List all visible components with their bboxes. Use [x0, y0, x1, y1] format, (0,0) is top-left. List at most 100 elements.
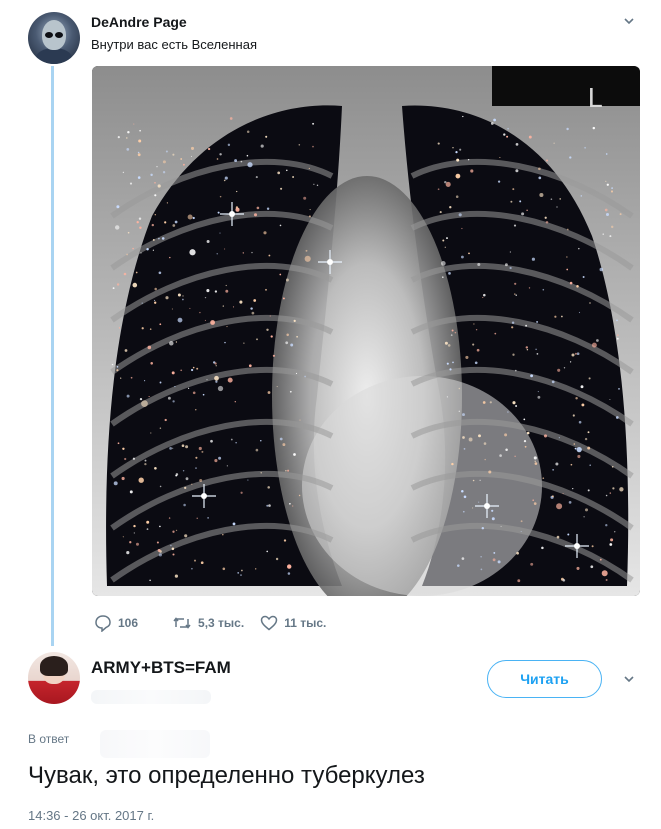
follow-button[interactable]: Читать: [487, 660, 602, 698]
star-dot: [124, 349, 128, 352]
tweet-image[interactable]: L: [92, 66, 640, 596]
star-dot: [162, 160, 166, 164]
star-dot: [159, 323, 162, 326]
star-dot: [536, 353, 539, 355]
star-dot: [222, 305, 224, 307]
star-dot: [116, 205, 120, 209]
star-dot: [470, 169, 474, 173]
author-name[interactable]: DeAndre Page: [91, 14, 187, 30]
star-dot: [530, 562, 534, 566]
star-dot: [461, 227, 463, 230]
star-dot: [170, 544, 172, 547]
star-dot: [509, 266, 512, 270]
star-dot: [569, 281, 573, 285]
star-dot: [159, 381, 162, 384]
star-dot: [226, 465, 228, 467]
timestamp[interactable]: 14:36 - 26 окт. 2017 г.: [28, 808, 154, 823]
star-dot: [164, 221, 167, 224]
star-dot: [468, 252, 470, 255]
chevron-down-icon[interactable]: [622, 14, 636, 28]
star-dot: [533, 502, 537, 505]
star-dot: [493, 118, 496, 122]
star-dot: [578, 247, 580, 250]
star-dot: [526, 431, 530, 435]
star-dot: [537, 391, 539, 393]
star-dot: [589, 464, 591, 466]
star-dot: [255, 176, 258, 179]
star-dot: [542, 288, 545, 291]
star-dot: [146, 528, 149, 530]
star-dot: [289, 390, 292, 393]
star-dot: [136, 542, 139, 546]
star-dot: [591, 342, 597, 348]
reply-button[interactable]: 106: [94, 614, 138, 632]
star-dot: [225, 284, 227, 287]
star-dot: [526, 348, 529, 351]
star-dot: [550, 198, 553, 201]
star-dot: [599, 267, 604, 272]
star-dot: [286, 333, 289, 337]
star-dot: [154, 301, 157, 304]
avatar[interactable]: [28, 652, 80, 704]
like-button[interactable]: 11 тыс.: [260, 615, 326, 631]
star-dot: [492, 558, 496, 562]
star-dot: [159, 427, 162, 429]
star-dot: [605, 180, 607, 183]
star-dot: [472, 479, 475, 482]
star-dot: [533, 456, 537, 460]
star-dot: [184, 486, 187, 490]
star-dot: [455, 195, 459, 198]
star-dot: [451, 462, 454, 466]
star-dot: [275, 557, 279, 561]
star-dot: [199, 479, 203, 482]
author-name[interactable]: ARMY+BTS=FAM: [91, 658, 231, 678]
star-dot: [462, 115, 464, 118]
star-dot: [295, 372, 298, 374]
avatar-eye: [55, 32, 63, 38]
star-dot: [234, 159, 238, 163]
tweet-actions: 106 5,3 тыс. 11 тыс.: [94, 612, 342, 634]
star-dot: [468, 437, 473, 442]
avatar[interactable]: [28, 12, 80, 64]
star-dot: [526, 209, 528, 212]
star-dot: [303, 196, 307, 200]
star-dot: [172, 153, 175, 156]
star-dot: [534, 460, 536, 462]
star-dot: [132, 457, 136, 460]
star-dot: [610, 190, 614, 193]
star-dot: [190, 368, 194, 372]
star-dot: [566, 256, 568, 258]
star-dot: [447, 344, 451, 347]
star-dot: [460, 255, 464, 259]
star-dot: [266, 504, 269, 507]
star-dot: [113, 481, 118, 486]
retweet-button[interactable]: 5,3 тыс.: [172, 615, 244, 631]
star-dot: [214, 362, 217, 365]
star-dot: [587, 489, 590, 492]
star-dot: [515, 169, 519, 173]
star-dot: [575, 397, 578, 400]
star-dot: [269, 315, 271, 317]
star-dot: [619, 487, 624, 492]
star-dot: [227, 143, 231, 147]
star-dot: [215, 380, 218, 383]
star-dot: [122, 447, 125, 450]
star-dot: [577, 454, 581, 459]
star-dot: [268, 504, 271, 507]
star-dot: [215, 365, 217, 367]
star-dot: [446, 396, 448, 398]
star-dot: [463, 448, 466, 450]
star-dot: [240, 574, 242, 576]
star-dot: [463, 495, 467, 499]
star-dot: [576, 352, 580, 356]
star-dot: [541, 546, 544, 550]
star-dot: [499, 156, 501, 159]
star-dot: [144, 462, 147, 466]
chevron-down-icon[interactable]: [622, 672, 636, 686]
star-dot: [293, 453, 296, 456]
star-dot: [182, 295, 184, 297]
star-dot: [567, 533, 570, 536]
star-dot: [287, 572, 291, 575]
star-dot: [478, 501, 480, 503]
star-dot: [458, 410, 460, 412]
